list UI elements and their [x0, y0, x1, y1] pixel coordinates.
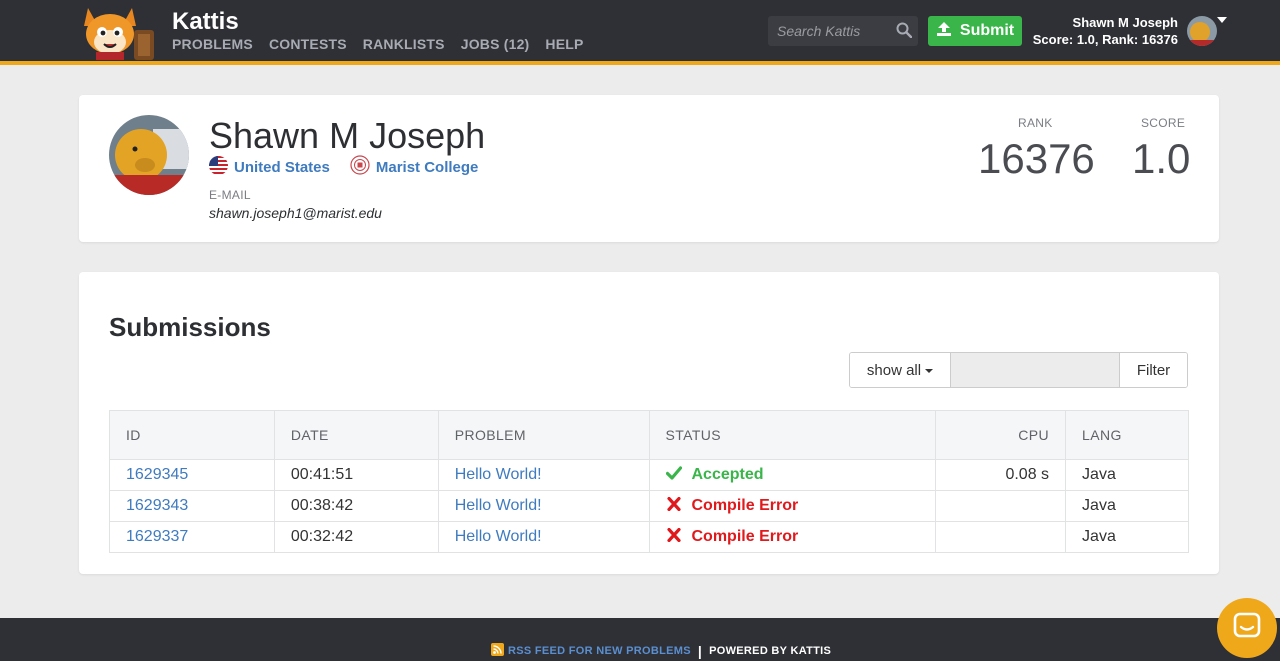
user-menu-name[interactable]: Shawn M Joseph — [1073, 15, 1178, 30]
submission-date: 00:38:42 — [273, 490, 439, 522]
status-label: Compile Error — [691, 528, 799, 545]
submission-id-link[interactable]: 1629343 — [109, 490, 275, 522]
score-label: SCORE — [1141, 116, 1186, 130]
footer-separator: | — [697, 643, 703, 659]
problem-link[interactable]: Hello World! — [437, 490, 650, 522]
school-label: Marist College — [375, 158, 479, 176]
table-header-row: ID DATE PROBLEM STATUS CPU LANG — [109, 410, 1189, 460]
top-navbar: Kattis PROBLEMS CONTESTS RANKLISTS JOBS … — [0, 0, 1280, 61]
rss-label: RSS FEED FOR NEW PROBLEMS — [508, 645, 691, 657]
us-flag-icon — [209, 155, 228, 179]
profile-name: Shawn M Joseph — [209, 115, 486, 156]
cross-icon — [666, 527, 682, 547]
chat-widget-button[interactable] — [1217, 598, 1277, 658]
profile-affiliations: United States Marist College — [209, 155, 478, 179]
search-box — [768, 16, 918, 46]
table-row: 1629345 00:41:51 Hello World! Accepted 0… — [109, 459, 1189, 491]
footer-links: RSS FEED FOR NEW PROBLEMS | POWERED BY K… — [491, 643, 831, 659]
chevron-down-icon — [925, 369, 934, 373]
profile-avatar — [109, 115, 189, 195]
footer: RSS FEED FOR NEW PROBLEMS | POWERED BY K… — [0, 618, 1280, 661]
search-icon[interactable] — [896, 22, 913, 43]
col-header-date[interactable]: DATE — [273, 410, 439, 460]
language: Java — [1065, 521, 1189, 553]
user-menu-stats: Score: 1.0, Rank: 16376 — [1032, 32, 1178, 47]
language: Java — [1065, 490, 1189, 522]
filter-group: show all Filter — [849, 352, 1188, 388]
chat-icon — [1232, 611, 1262, 646]
problem-link[interactable]: Hello World! — [437, 521, 650, 553]
nav-problems[interactable]: PROBLEMS — [172, 36, 253, 52]
nav-contests[interactable]: CONTESTS — [269, 36, 347, 52]
submit-button[interactable]: Submit — [928, 16, 1022, 46]
show-all-dropdown[interactable]: show all — [850, 353, 951, 387]
submission-id-link[interactable]: 1629337 — [109, 521, 275, 553]
email-value: shawn.joseph1@marist.edu — [209, 205, 382, 221]
show-all-label: show all — [866, 361, 922, 379]
submission-date: 00:32:42 — [273, 521, 439, 553]
user-avatar[interactable] — [1187, 16, 1217, 46]
submissions-table: ID DATE PROBLEM STATUS CPU LANG 1629345 … — [109, 410, 1189, 553]
school-link[interactable]: Marist College — [350, 155, 479, 179]
rss-icon — [491, 643, 504, 659]
status-label: Accepted — [691, 466, 764, 483]
country-label: United States — [234, 158, 330, 176]
user-menu-caret-icon[interactable] — [1217, 17, 1227, 23]
rank-label: RANK — [1018, 116, 1053, 130]
cpu-time — [935, 490, 1067, 522]
status-label: Compile Error — [691, 497, 799, 514]
submission-date: 00:41:51 — [273, 459, 439, 491]
col-header-lang[interactable]: LANG — [1065, 410, 1189, 460]
col-header-id[interactable]: ID — [109, 410, 275, 460]
language: Java — [1065, 459, 1189, 491]
cpu-time — [935, 521, 1067, 553]
col-header-status[interactable]: STATUS — [648, 410, 937, 460]
submit-label: Submit — [959, 22, 1015, 39]
search-input[interactable] — [768, 16, 888, 46]
check-icon — [665, 465, 682, 485]
status-accepted: Accepted — [665, 465, 920, 485]
country-link[interactable]: United States — [209, 155, 330, 179]
header-accent-stripe — [0, 61, 1280, 65]
school-seal-icon — [350, 155, 370, 179]
cpu-time: 0.08 s — [935, 459, 1067, 491]
powered-by-link[interactable]: POWERED BY KATTIS — [709, 645, 831, 657]
status-cell: Compile Error — [648, 521, 937, 553]
kattis-logo[interactable] — [80, 4, 160, 60]
email-label: E-MAIL — [209, 188, 251, 202]
filter-input[interactable] — [951, 353, 1120, 387]
table-row: 1629343 00:38:42 Hello World! Compile Er… — [109, 490, 1189, 522]
upload-icon — [936, 21, 952, 42]
table-row: 1629337 00:32:42 Hello World! Compile Er… — [109, 521, 1189, 553]
nav-jobs[interactable]: JOBS (12) — [461, 36, 530, 52]
nav-help[interactable]: HELP — [545, 36, 583, 52]
profile-card: Shawn M Joseph United States Marist Coll… — [79, 95, 1219, 242]
submissions-card: Submissions show all Filter ID DATE PROB… — [79, 272, 1219, 574]
status-cell: Accepted — [648, 459, 937, 491]
problem-link[interactable]: Hello World! — [437, 459, 650, 491]
submissions-title: Submissions — [109, 312, 271, 342]
status-cell: Compile Error — [648, 490, 937, 522]
rank-value: 16376 — [978, 135, 1095, 182]
brand-title[interactable]: Kattis — [172, 8, 239, 36]
status-compile-error: Compile Error — [666, 496, 920, 516]
score-value: 1.0 — [1132, 135, 1191, 182]
main-nav: PROBLEMS CONTESTS RANKLISTS JOBS (12) HE… — [172, 36, 584, 52]
filter-button[interactable]: Filter — [1120, 353, 1187, 387]
col-header-problem[interactable]: PROBLEM — [437, 410, 650, 460]
nav-ranklists[interactable]: RANKLISTS — [363, 36, 445, 52]
submission-id-link[interactable]: 1629345 — [109, 459, 275, 491]
cross-icon — [666, 496, 682, 516]
status-compile-error: Compile Error — [666, 527, 920, 547]
rss-feed-link[interactable]: RSS FEED FOR NEW PROBLEMS — [491, 643, 691, 659]
col-header-cpu[interactable]: CPU — [935, 410, 1067, 460]
